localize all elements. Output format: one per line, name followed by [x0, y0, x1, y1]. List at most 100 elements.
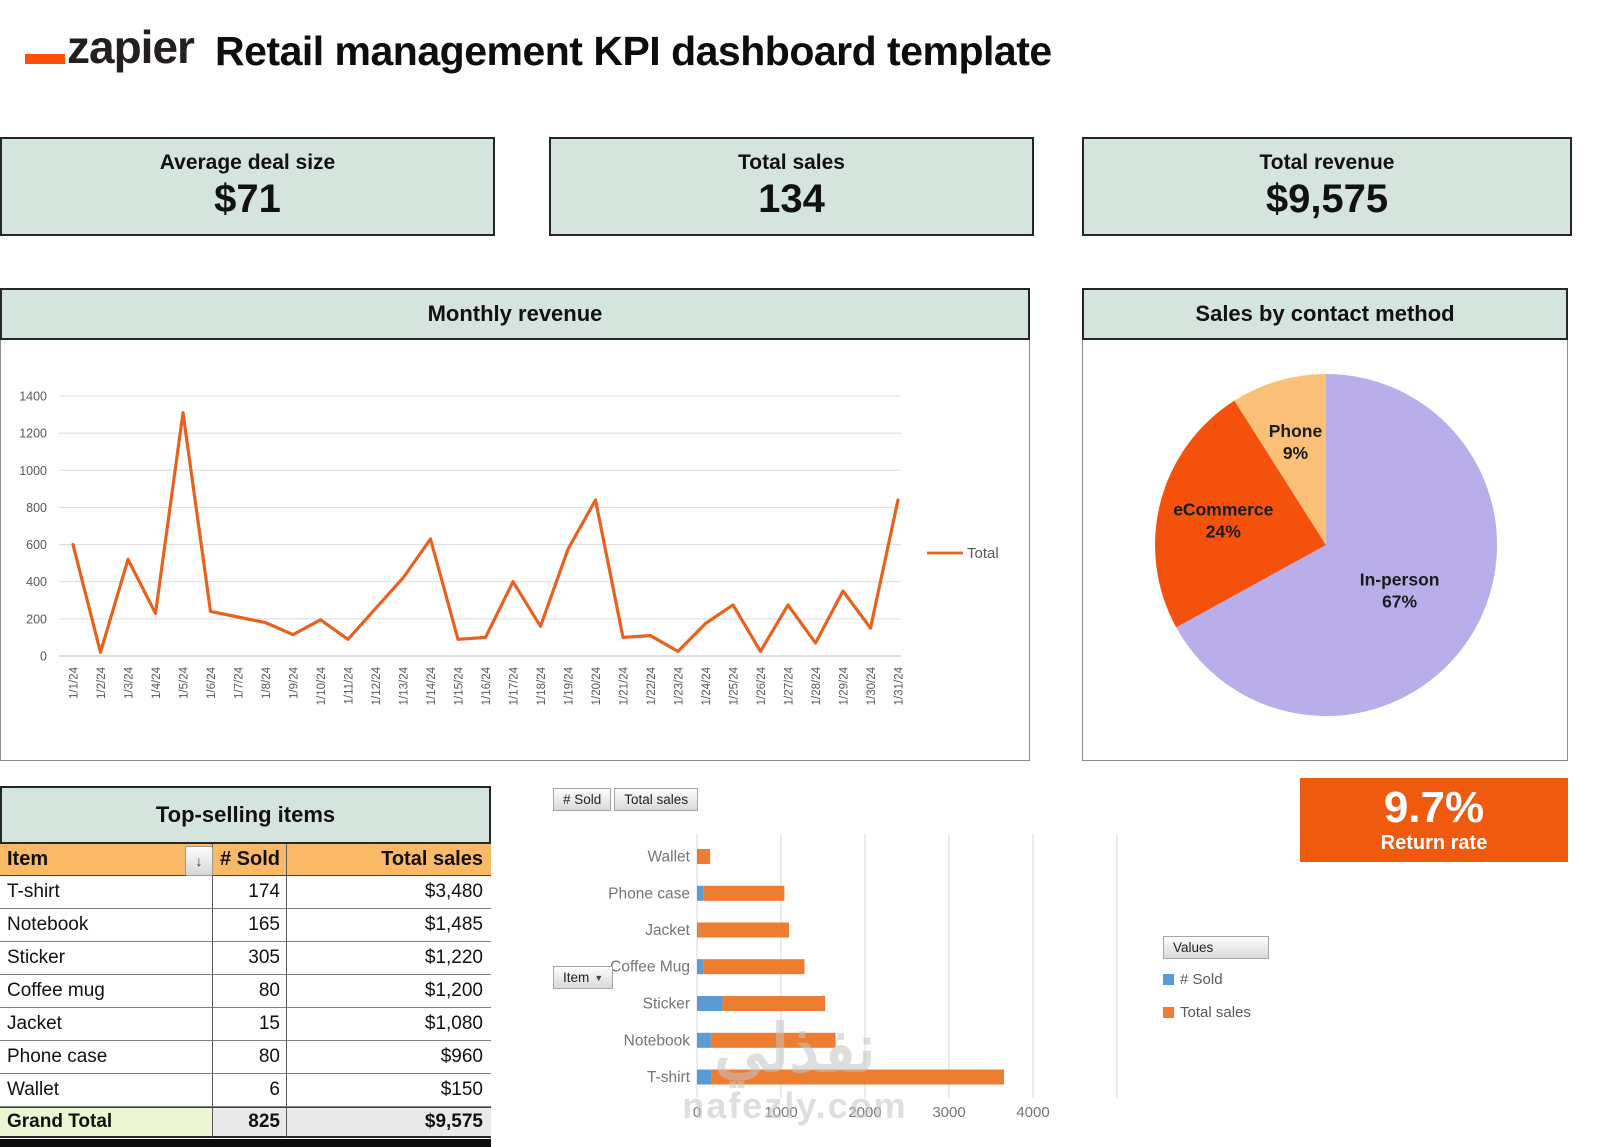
sold-swatch-icon [1163, 974, 1174, 985]
svg-text:1/31/24: 1/31/24 [894, 666, 906, 705]
legend-item-total-sales[interactable]: Total sales [1163, 1004, 1303, 1021]
table-row: Jacket 15 $1,080 [0, 1008, 491, 1041]
total-cell: $150 [287, 1074, 491, 1107]
svg-text:1/24/24: 1/24/24 [701, 666, 713, 705]
svg-text:4000: 4000 [1016, 1104, 1049, 1121]
svg-text:1/27/24: 1/27/24 [784, 666, 796, 705]
sales-by-contact-chart: In-person67%eCommerce24%Phone9% [1082, 340, 1568, 761]
top-selling-items-title: Top-selling items [0, 786, 491, 844]
sales-by-contact-panel-header: Sales by contact method [1082, 288, 1568, 340]
svg-text:3000: 3000 [932, 1104, 965, 1121]
item-cell: Jacket [0, 1008, 213, 1041]
sort-filter-button[interactable]: ↓ [185, 846, 213, 876]
column-header-total-sales: Total sales [287, 844, 491, 876]
svg-text:1000: 1000 [764, 1104, 797, 1121]
svg-text:1/12/24: 1/12/24 [371, 666, 383, 705]
sales-by-contact-title: Sales by contact method [1195, 301, 1454, 327]
svg-text:Wallet: Wallet [648, 849, 691, 866]
svg-text:1/17/24: 1/17/24 [509, 666, 521, 705]
svg-text:1/13/24: 1/13/24 [399, 666, 411, 705]
total-cell: $960 [287, 1041, 491, 1074]
pivot-chart-legend: Values # Sold Total sales [1163, 936, 1303, 1021]
kpi-card-total-sales: Total sales 134 [549, 137, 1034, 236]
zapier-logo: zapier [25, 24, 194, 70]
top-selling-items-table: Top-selling items Item # Sold Total sale… [0, 786, 491, 1138]
zapier-logo-text: zapier [67, 24, 194, 70]
total-cell: $1,080 [287, 1008, 491, 1041]
items-pivot-chart: 01000200030004000WalletPhone caseJacketC… [540, 770, 1172, 1130]
return-rate-label: Return rate [1381, 832, 1488, 855]
svg-text:1400: 1400 [19, 390, 47, 404]
item-cell: Coffee mug [0, 975, 213, 1008]
item-cell: T-shirt [0, 876, 213, 909]
monthly-revenue-title: Monthly revenue [428, 301, 603, 327]
svg-text:1/10/24: 1/10/24 [316, 666, 328, 705]
svg-text:1/4/24: 1/4/24 [151, 666, 163, 699]
sold-cell: 15 [213, 1008, 287, 1041]
cropped-section-strip [0, 1139, 491, 1147]
svg-text:1/3/24: 1/3/24 [124, 666, 136, 699]
svg-text:Phone case: Phone case [608, 885, 690, 902]
svg-text:1/20/24: 1/20/24 [591, 666, 603, 705]
svg-text:1000: 1000 [19, 464, 47, 478]
svg-text:0: 0 [40, 650, 47, 664]
kpi-value: $9,575 [1266, 177, 1388, 222]
legend-item-sold[interactable]: # Sold [1163, 971, 1303, 988]
svg-text:1/30/24: 1/30/24 [866, 666, 878, 705]
item-cell: Phone case [0, 1041, 213, 1074]
item-cell: Sticker [0, 942, 213, 975]
svg-text:1/5/24: 1/5/24 [179, 666, 191, 699]
table-header-row: Item # Sold Total sales ↓ [0, 844, 491, 876]
legend-label: # Sold [1180, 971, 1223, 988]
item-cell: Notebook [0, 909, 213, 942]
grand-total-label: Grand Total [0, 1107, 213, 1138]
sold-filter-button[interactable]: # Sold [553, 788, 611, 811]
kpi-card-average-deal-size: Average deal size $71 [0, 137, 495, 236]
svg-text:1200: 1200 [19, 427, 47, 441]
column-header-item: Item [0, 844, 213, 876]
svg-text:1/28/24: 1/28/24 [811, 666, 823, 705]
dropdown-arrow-icon: ▼ [594, 973, 603, 983]
items-stacked-bar-chart: 01000200030004000WalletPhone caseJacketC… [540, 770, 1172, 1130]
zapier-logo-underscore-icon [25, 54, 65, 64]
contact-method-pie-chart: In-person67%eCommerce24%Phone9% [1083, 340, 1567, 760]
item-field-button[interactable]: Item ▼ [553, 966, 613, 989]
total-cell: $3,480 [287, 876, 491, 909]
total-sales-filter-button[interactable]: Total sales [614, 788, 698, 811]
sold-cell: 305 [213, 942, 287, 975]
svg-text:1/14/24: 1/14/24 [426, 666, 438, 705]
kpi-label: Total revenue [1260, 151, 1395, 175]
sold-cell: 80 [213, 975, 287, 1008]
sold-cell: 80 [213, 1041, 287, 1074]
values-legend-button[interactable]: Values [1163, 936, 1269, 959]
grand-total-sold: 825 [213, 1107, 287, 1138]
svg-text:1/19/24: 1/19/24 [564, 666, 576, 705]
sold-cell: 165 [213, 909, 287, 942]
monthly-revenue-line-chart: 02004006008001000120014001/1/241/2/241/3… [1, 340, 1031, 760]
svg-text:1/21/24: 1/21/24 [619, 666, 631, 705]
svg-text:Sticker: Sticker [643, 996, 690, 1013]
return-rate-card: 9.7% Return rate [1300, 778, 1568, 862]
kpi-value: 134 [758, 177, 825, 222]
kpi-label: Average deal size [160, 151, 336, 175]
kpi-value: $71 [214, 177, 281, 222]
svg-text:1/22/24: 1/22/24 [646, 666, 658, 705]
table-row: Coffee mug 80 $1,200 [0, 975, 491, 1008]
table-row: T-shirt 174 $3,480 [0, 876, 491, 909]
svg-text:2000: 2000 [848, 1104, 881, 1121]
legend-label: Total sales [1180, 1004, 1251, 1021]
svg-text:800: 800 [26, 501, 47, 515]
column-header-sold: # Sold [213, 844, 287, 876]
svg-text:1/15/24: 1/15/24 [454, 666, 466, 705]
svg-text:0: 0 [693, 1104, 701, 1121]
sort-descending-icon: ↓ [196, 853, 203, 869]
sold-cell: 174 [213, 876, 287, 909]
svg-text:1/26/24: 1/26/24 [756, 666, 768, 705]
table-row: Notebook 165 $1,485 [0, 909, 491, 942]
svg-text:1/18/24: 1/18/24 [536, 666, 548, 705]
svg-text:1/1/24: 1/1/24 [69, 666, 81, 699]
grand-total-row: Grand Total 825 $9,575 [0, 1107, 491, 1138]
table-row: Wallet 6 $150 [0, 1074, 491, 1107]
monthly-revenue-chart: 02004006008001000120014001/1/241/2/241/3… [0, 340, 1030, 761]
sold-cell: 6 [213, 1074, 287, 1107]
